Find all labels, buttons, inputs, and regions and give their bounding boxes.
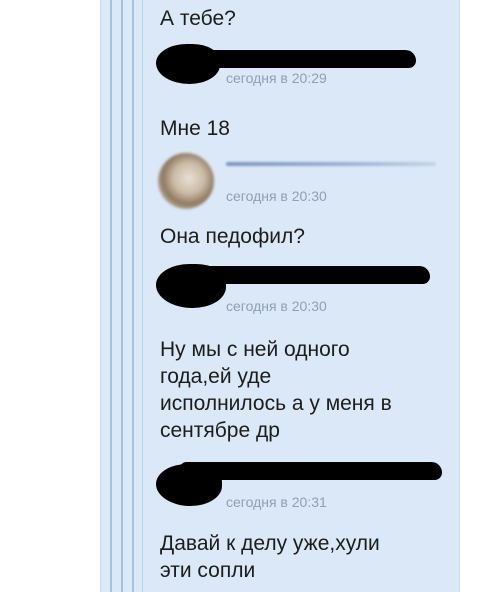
thread-rail — [142, 0, 143, 592]
message-header: сегодня в 20:31 — [150, 456, 450, 510]
message-timestamp: сегодня в 20:29 — [226, 70, 327, 86]
message-text: А тебе? — [160, 7, 236, 30]
message-timestamp: сегодня в 20:31 — [226, 494, 327, 510]
redacted-sender-name[interactable] — [180, 50, 416, 68]
message-header: сегодня в 20:29 — [150, 40, 450, 90]
message-text: Ну мы с ней одного года,ей уде исполнило… — [160, 336, 392, 444]
thread-rail — [110, 0, 112, 592]
blurred-sender-name[interactable] — [226, 162, 436, 166]
message-header: сегодня в 20:30 — [150, 150, 450, 209]
message-timestamp: сегодня в 20:30 — [226, 188, 327, 204]
message-text: Давай к делу уже,хули эти сопли — [160, 530, 380, 584]
message-line: Ну мы с ней одного — [160, 338, 350, 361]
message-text: Мне 18 — [160, 117, 230, 140]
message-line: Давай к делу уже,хули — [160, 532, 380, 555]
message-line: сентябре др — [160, 419, 280, 442]
message-text: Она педофил? — [160, 225, 305, 248]
redacted-sender-name[interactable] — [180, 462, 442, 480]
redacted-sender-name[interactable] — [180, 266, 430, 284]
message-timestamp: сегодня в 20:30 — [226, 298, 327, 314]
thread-rail — [121, 0, 123, 592]
thread-rail — [132, 0, 134, 592]
message-line: исполнилось а у меня в — [160, 392, 392, 415]
blurred-avatar-icon[interactable] — [158, 153, 214, 209]
message-line: года,ей уде — [160, 365, 272, 388]
message-header: сегодня в 20:30 — [150, 258, 450, 314]
message-line: эти сопли — [160, 559, 256, 582]
